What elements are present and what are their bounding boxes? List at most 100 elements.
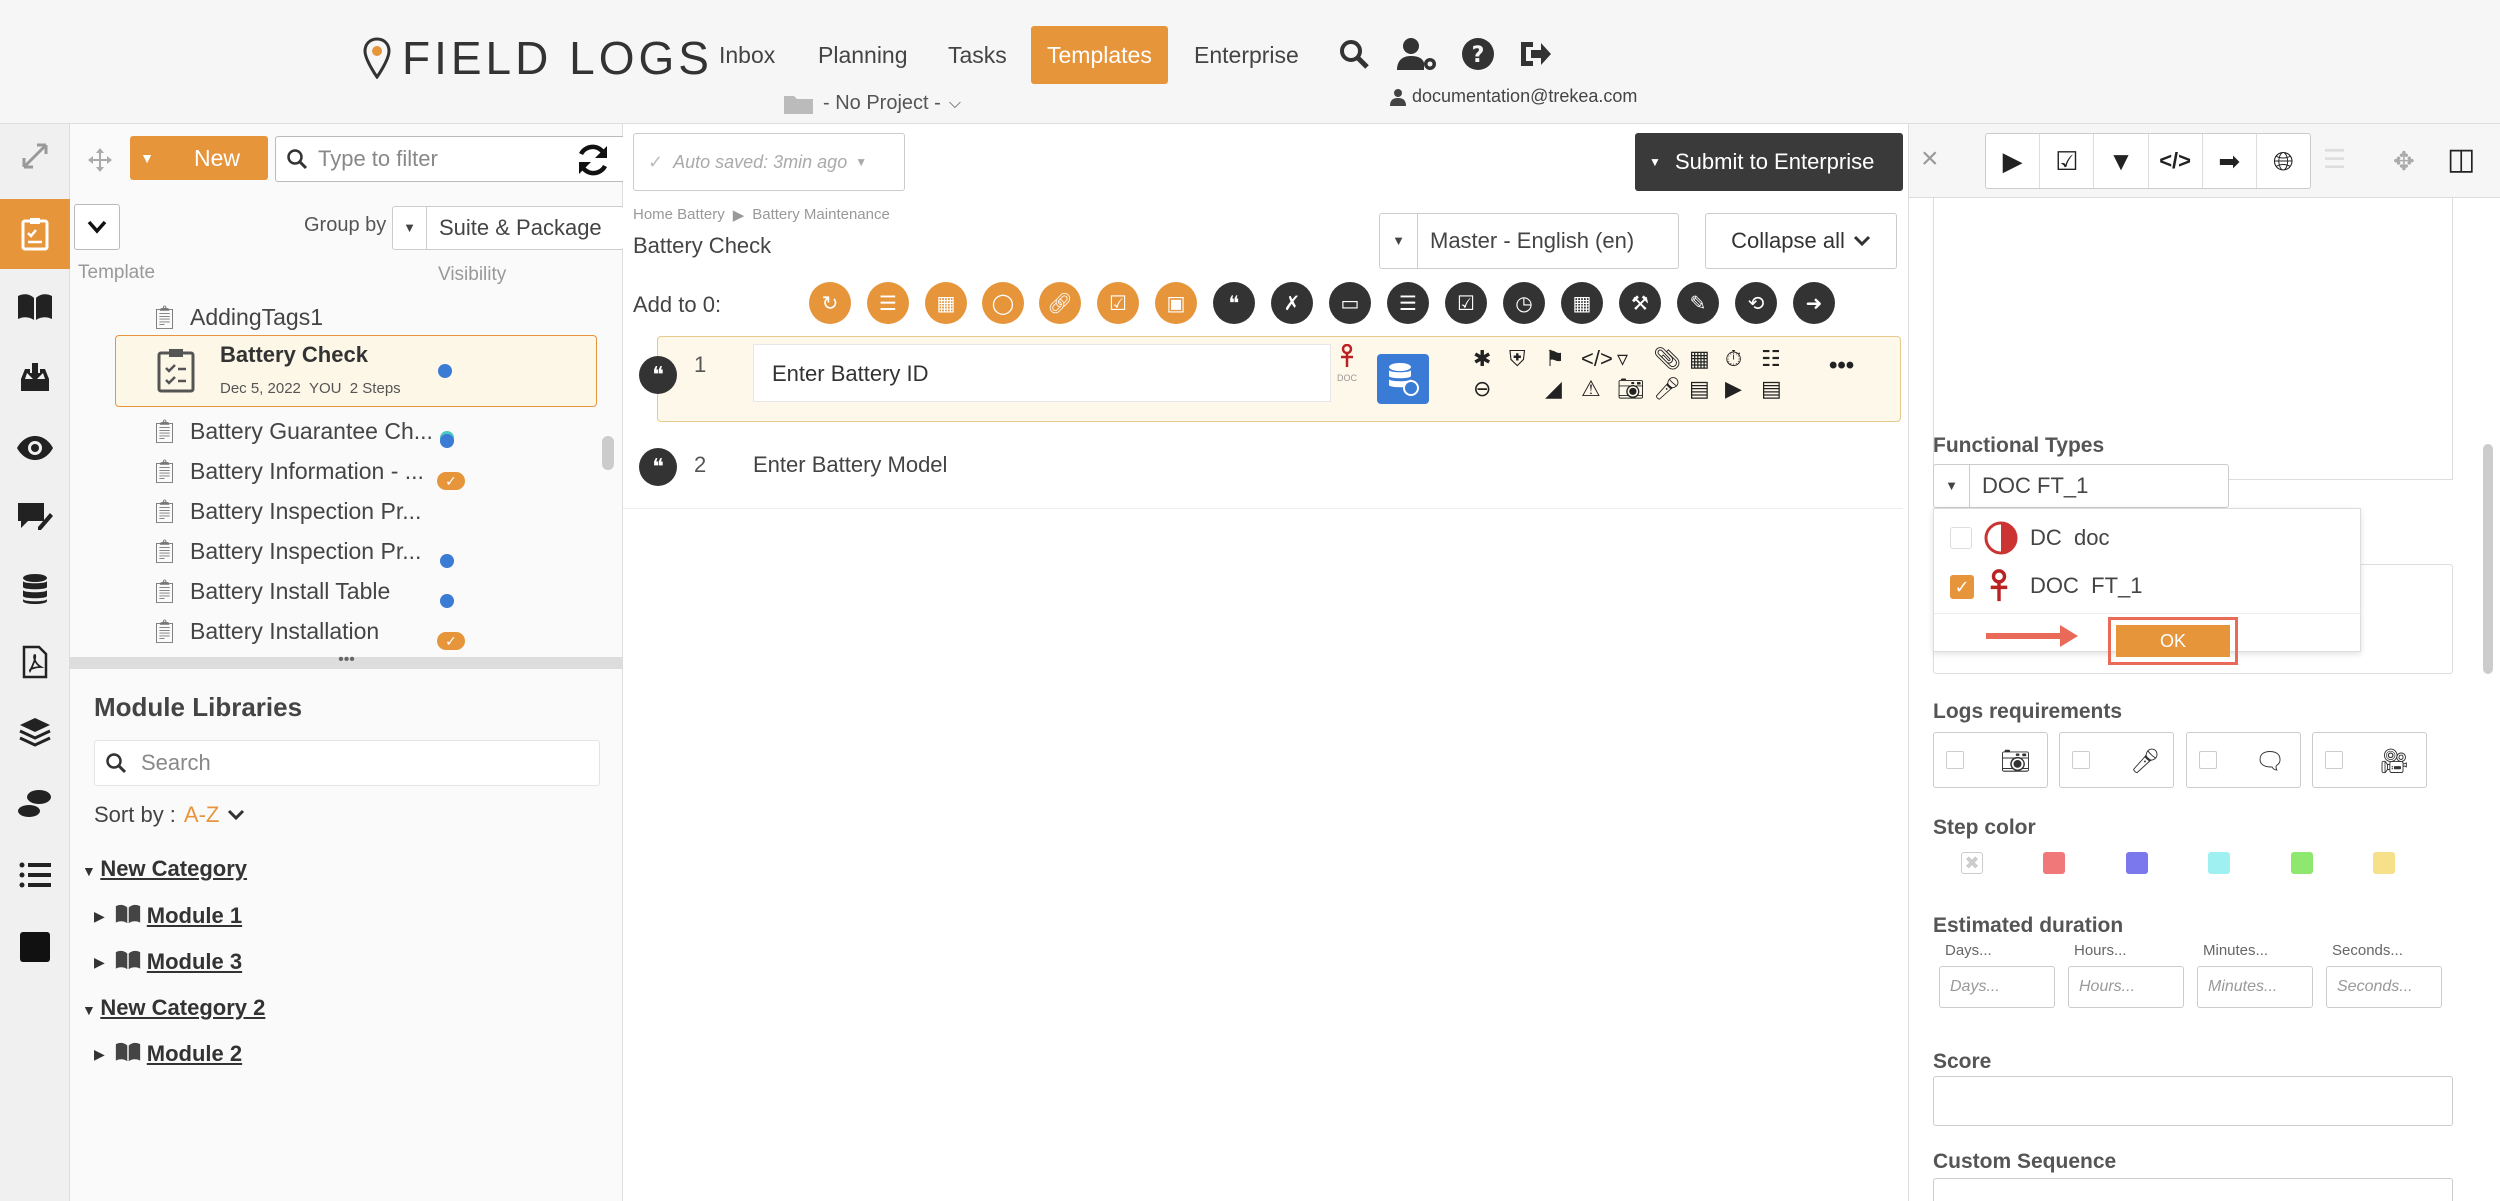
- add-loop-icon[interactable]: ↻: [809, 282, 851, 324]
- color-cyan[interactable]: [2208, 852, 2230, 874]
- add-clock-icon[interactable]: ◷: [1503, 282, 1545, 324]
- list-item[interactable]: 📋︎ Battery Inspection Pr...: [150, 491, 421, 531]
- module-1[interactable]: ▶ Module 1: [94, 903, 242, 929]
- sort-by[interactable]: Sort by : A-Z: [94, 802, 245, 828]
- functional-type-badge[interactable]: DOC: [1335, 343, 1359, 396]
- list-item[interactable]: 📋︎ Battery Guarantee Ch...: [150, 411, 433, 451]
- code-icon[interactable]: </>: [1581, 346, 1617, 372]
- warning-icon[interactable]: ⚠: [1581, 376, 1617, 402]
- new-template-button[interactable]: ▼ New: [130, 136, 268, 180]
- filter-icon[interactable]: ▼: [2094, 134, 2149, 188]
- database-link-icon[interactable]: [1377, 354, 1429, 404]
- globe-icon[interactable]: 🌐︎: [2257, 134, 2310, 188]
- stopwatch-icon[interactable]: ⏱︎: [1725, 346, 1761, 372]
- microphone-icon[interactable]: 🎤︎: [1653, 376, 1689, 402]
- add-calculator-icon[interactable]: ▦: [1561, 282, 1603, 324]
- expand-icon[interactable]: [0, 121, 70, 191]
- add-arrow-icon[interactable]: ➜: [1793, 282, 1835, 324]
- add-checklist-icon[interactable]: ☑: [1097, 282, 1139, 324]
- log-audio[interactable]: 🎤︎: [2059, 732, 2174, 788]
- seconds-input[interactable]: Seconds...: [2326, 966, 2442, 1008]
- add-quote-icon[interactable]: ❝: [1213, 282, 1255, 324]
- collapse-toggle[interactable]: [74, 204, 120, 250]
- filter-icon[interactable]: ▿: [1617, 346, 1653, 372]
- option-ft1[interactable]: DOC FT_1: [2030, 573, 2142, 599]
- nav-enterprise[interactable]: Enterprise: [1178, 26, 1315, 84]
- close-icon[interactable]: ×: [1921, 142, 1939, 176]
- option-doc[interactable]: DC doc: [2030, 525, 2110, 551]
- hours-input[interactable]: Hours...: [2068, 966, 2184, 1008]
- module-search-input[interactable]: Search: [94, 740, 600, 786]
- add-checklist-items-icon[interactable]: ☰: [1387, 282, 1429, 324]
- add-edit-icon[interactable]: ✎: [1677, 282, 1719, 324]
- functional-types-select[interactable]: ▼ DOC FT_1: [1933, 464, 2229, 508]
- list-item[interactable]: 📋︎ Battery Inspection Pr...: [150, 531, 421, 571]
- add-checkbox-icon[interactable]: ☑: [1445, 282, 1487, 324]
- square-icon[interactable]: [0, 912, 70, 982]
- templates-nav-icon[interactable]: [0, 199, 70, 269]
- ok-button[interactable]: OK: [2116, 625, 2230, 657]
- grid-icon[interactable]: ▦: [1689, 346, 1725, 372]
- add-circle-icon[interactable]: ◯: [982, 282, 1024, 324]
- add-list-icon[interactable]: ☰: [867, 282, 909, 324]
- dropdown-caret-icon[interactable]: ▼: [1635, 155, 1675, 169]
- photo-checkbox[interactable]: [1946, 751, 1964, 769]
- list-item[interactable]: 📋︎ AddingTags1: [150, 297, 323, 337]
- color-blue[interactable]: [2126, 852, 2148, 874]
- list-item[interactable]: 📋︎ Battery Install Table: [150, 571, 390, 611]
- log-comment[interactable]: 🗨︎: [2186, 732, 2301, 788]
- color-none[interactable]: ✖: [1961, 852, 1983, 874]
- dropdown-caret-icon[interactable]: ▼: [130, 150, 164, 166]
- list-grid-icon[interactable]: ☷: [1761, 346, 1797, 372]
- module-2[interactable]: ▶ Module 2: [94, 1041, 242, 1067]
- checkbox-doc[interactable]: [1950, 527, 1972, 549]
- add-check-cross-icon[interactable]: ✗: [1271, 282, 1313, 324]
- paperclip-icon[interactable]: 📎︎: [1653, 346, 1689, 372]
- database-icon[interactable]: [0, 554, 70, 624]
- footsteps-icon[interactable]: [0, 769, 70, 839]
- search-icon[interactable]: [1334, 34, 1374, 74]
- list-item[interactable]: 📋︎ Battery Installation: [150, 611, 379, 651]
- nav-inbox[interactable]: Inbox: [703, 26, 791, 84]
- layers-icon[interactable]: [0, 697, 70, 767]
- add-input-icon[interactable]: ▭: [1329, 282, 1371, 324]
- logout-icon[interactable]: [1514, 34, 1554, 74]
- code-icon[interactable]: </>: [2149, 134, 2203, 188]
- pdf-file-icon[interactable]: [0, 627, 70, 697]
- layout-add-icon[interactable]: ◫: [2447, 142, 2475, 177]
- add-share-icon[interactable]: ⟲: [1735, 282, 1777, 324]
- comment-edit-icon[interactable]: [0, 482, 70, 552]
- nav-templates[interactable]: Templates: [1031, 26, 1168, 84]
- group-by-select[interactable]: ▼ Suite & Package: [392, 206, 624, 250]
- move-icon[interactable]: ✥: [2393, 146, 2415, 177]
- ruler-icon[interactable]: ◢: [1545, 376, 1581, 402]
- list-scrollbar[interactable]: [602, 436, 614, 470]
- collapse-all-button[interactable]: Collapse all: [1705, 213, 1897, 269]
- module-3[interactable]: ▶ Module 3: [94, 949, 242, 975]
- book-icon[interactable]: [0, 272, 70, 342]
- tags-icon[interactable]: ⚑: [1545, 346, 1581, 372]
- log-photo[interactable]: 📷︎: [1933, 732, 2048, 788]
- log-video[interactable]: 🎥︎: [2312, 732, 2427, 788]
- list-icon[interactable]: [0, 840, 70, 910]
- template-item-selected[interactable]: Battery Check Dec 5, 2022 YOU 2 Steps: [115, 335, 597, 407]
- shield-icon[interactable]: ⛨: [1509, 346, 1545, 372]
- more-icon[interactable]: •••: [1829, 352, 1854, 380]
- forward-icon[interactable]: ➡: [2203, 134, 2257, 188]
- inbox-download-icon[interactable]: [0, 342, 70, 412]
- audio-checkbox[interactable]: [2072, 751, 2090, 769]
- clipboard-icon[interactable]: ☑: [2040, 134, 2095, 188]
- nav-tasks[interactable]: Tasks: [932, 26, 1023, 84]
- checkbox-ft1[interactable]: ✓: [1950, 575, 1974, 599]
- user-settings-icon[interactable]: [1394, 34, 1440, 74]
- logo[interactable]: FIELD LOGS: [362, 30, 713, 86]
- eye-icon[interactable]: [0, 413, 70, 483]
- color-green[interactable]: [2291, 852, 2313, 874]
- minutes-input[interactable]: Minutes...: [2197, 966, 2313, 1008]
- panel-scrollbar[interactable]: [2483, 444, 2493, 674]
- add-table-icon[interactable]: ▦: [925, 282, 967, 324]
- nav-planning[interactable]: Planning: [802, 26, 924, 84]
- move-icon[interactable]: [86, 146, 114, 174]
- add-tools-icon[interactable]: ⚒: [1619, 282, 1661, 324]
- days-input[interactable]: Days...: [1939, 966, 2055, 1008]
